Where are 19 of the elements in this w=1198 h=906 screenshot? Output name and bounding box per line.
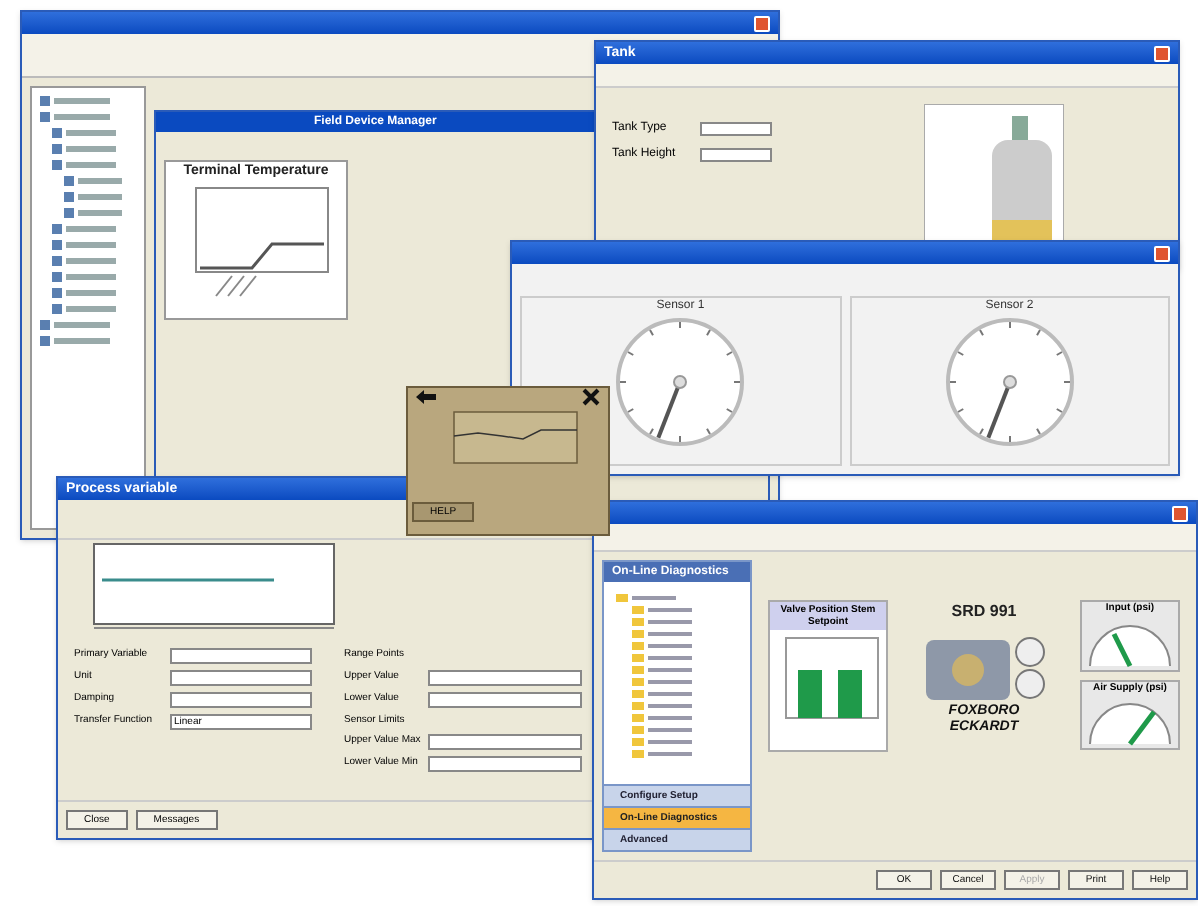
input-field[interactable] (170, 670, 312, 686)
device-name: SRD 991 (951, 600, 1017, 624)
dial-gauge (943, 316, 1076, 448)
close-icon[interactable] (754, 15, 770, 31)
input-field[interactable] (428, 669, 582, 685)
close-icon (582, 388, 600, 406)
dial-gauge (614, 316, 747, 448)
input-field[interactable] (428, 734, 582, 750)
input-field[interactable] (428, 691, 582, 707)
tank-drawing (924, 104, 1064, 244)
input-field[interactable] (428, 756, 582, 772)
input-field[interactable] (700, 148, 772, 162)
close-icon[interactable] (1154, 245, 1170, 261)
input-field[interactable] (700, 122, 772, 136)
close-icon[interactable] (1154, 45, 1170, 61)
back-arrow-icon (416, 390, 436, 404)
input-field[interactable] (170, 648, 312, 664)
close-icon[interactable] (1172, 505, 1188, 521)
input-field[interactable] (170, 692, 312, 708)
